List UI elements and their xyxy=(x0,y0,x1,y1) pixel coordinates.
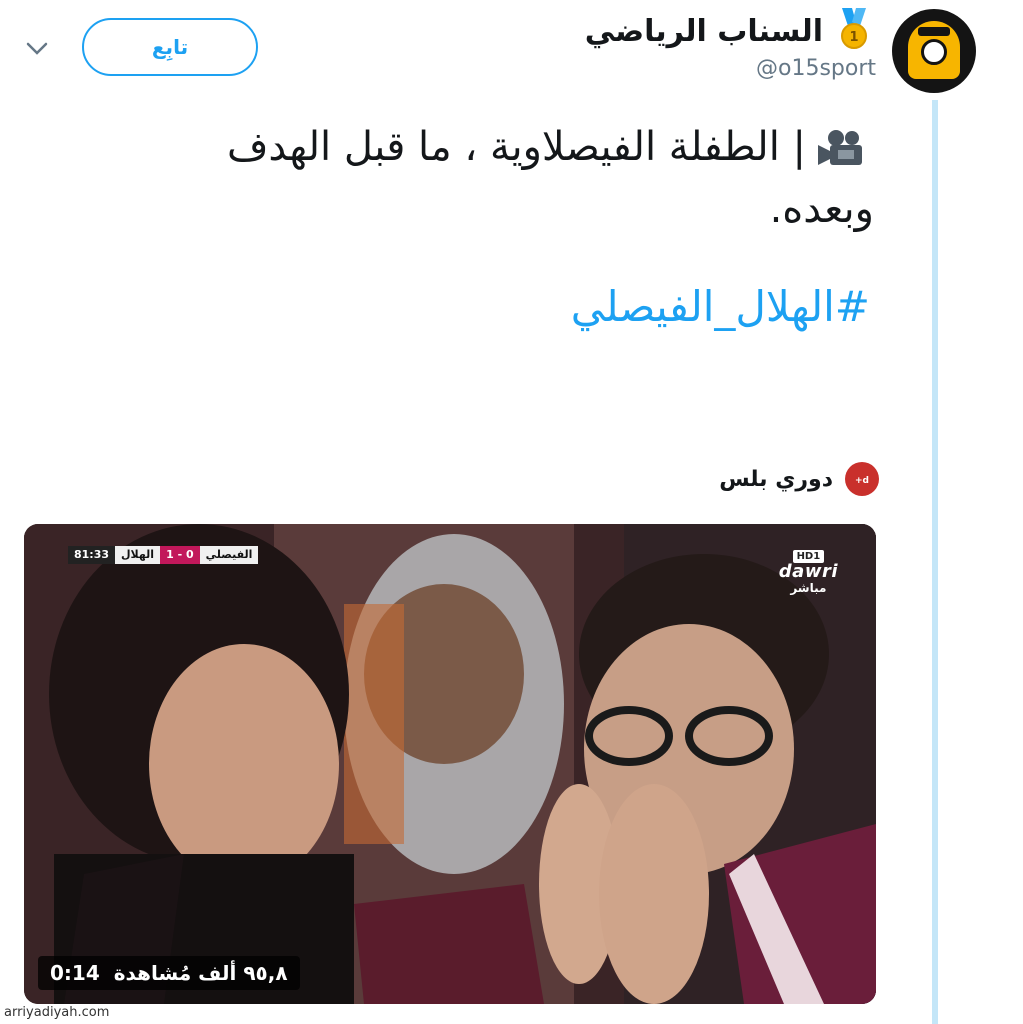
media-source[interactable]: d+ دوري بلس xyxy=(719,462,879,496)
avatar[interactable] xyxy=(892,9,976,93)
match-clock: 81:33 xyxy=(68,546,116,564)
tweet-text: | الطفلة الفيصلاوية ، ما قبل الهدف وبعده… xyxy=(110,116,874,240)
home-team: الفيصلي xyxy=(199,546,259,564)
away-team: الهلال xyxy=(115,546,161,564)
video-duration: 0:14 xyxy=(50,961,100,985)
svg-text:d+: d+ xyxy=(855,476,869,486)
medal-icon: 1 xyxy=(841,8,867,49)
view-count: ٩٥,٨ ألف مُشاهدة xyxy=(113,961,288,985)
dawri-plus-logo-icon: d+ xyxy=(845,462,879,496)
hashtag-link[interactable]: #الهلال_الفيصلي xyxy=(400,282,870,331)
video-player[interactable]: الفيصلي 0 - 1 الهلال 81:33 HD1 dawri مبا… xyxy=(24,524,876,1004)
live-label: مباشر xyxy=(790,581,827,595)
display-name[interactable]: السناب الرياضي xyxy=(585,14,823,49)
media-source-name: دوري بلس xyxy=(719,466,833,492)
svg-text:1: 1 xyxy=(849,30,858,45)
account-handle[interactable]: @o15sport xyxy=(756,56,876,81)
video-stats: 0:14 ٩٥,٨ ألف مُشاهدة xyxy=(38,956,300,990)
movie-camera-icon xyxy=(818,130,862,165)
site-watermark: arriyadiyah.com xyxy=(4,1005,110,1020)
channel-brand: dawri xyxy=(778,561,838,582)
follow-button[interactable]: تابِع xyxy=(82,18,258,76)
thread-line xyxy=(932,100,938,1024)
chevron-down-icon[interactable] xyxy=(26,42,48,56)
score-bar: الفيصلي 0 - 1 الهلال 81:33 xyxy=(68,546,259,564)
match-score: 0 - 1 xyxy=(160,546,200,564)
tweet-body: | الطفلة الفيصلاوية ، ما قبل الهدف وبعده… xyxy=(226,124,874,232)
video-frame xyxy=(24,524,876,1004)
channel-logo: HD1 dawri مباشر xyxy=(779,544,838,595)
